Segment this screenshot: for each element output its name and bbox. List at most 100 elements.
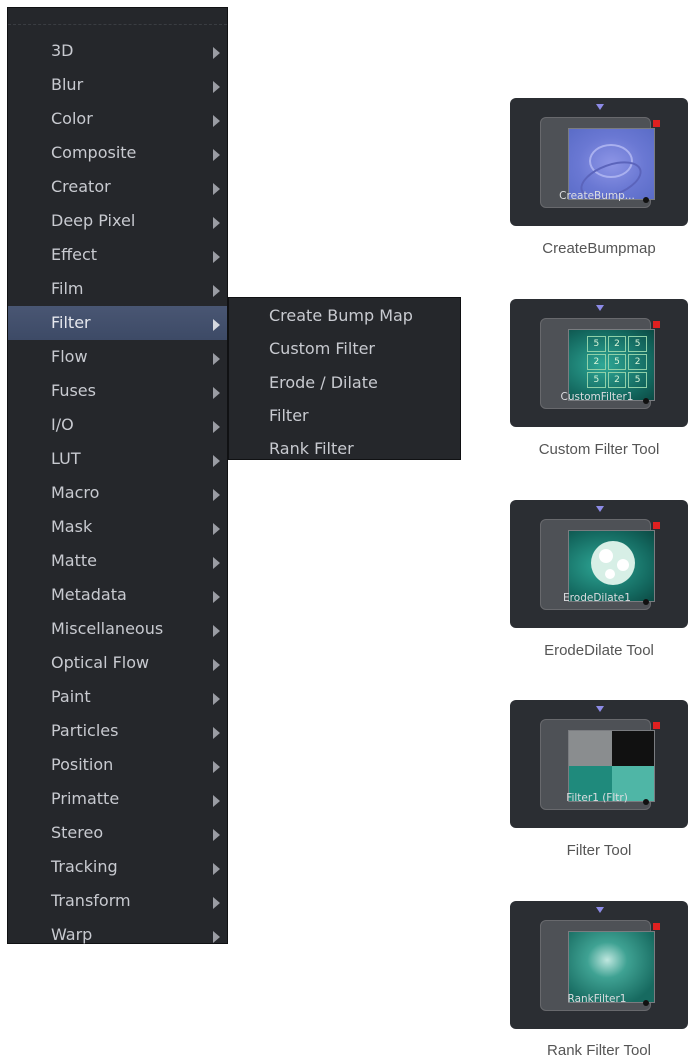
submenu-arrow-icon	[213, 183, 220, 195]
menu-item-deep-pixel[interactable]: Deep Pixel	[8, 204, 227, 238]
menu-item-label: Film	[51, 279, 84, 298]
node-label: CustomFilter1	[560, 391, 634, 403]
node-tile-filter: Filter1 (Fltr)	[510, 700, 688, 828]
node-tile-create-bumpmap: CreateBump...	[510, 98, 688, 226]
mask-input-icon[interactable]	[596, 506, 604, 512]
node-tile-custom-filter: 525 252 525 CustomFilter1	[510, 299, 688, 427]
menu-item-label: Stereo	[51, 823, 104, 842]
submenu-arrow-icon	[213, 285, 220, 297]
menu-item-matte[interactable]: Matte	[8, 544, 227, 578]
menu-item-position[interactable]: Position	[8, 748, 227, 782]
menu-item-label: Optical Flow	[51, 653, 150, 672]
menu-item-label: Color	[51, 109, 93, 128]
menu-item-flow[interactable]: Flow	[8, 340, 227, 374]
menu-tear-off[interactable]	[8, 8, 227, 25]
menu-item-label: Particles	[51, 721, 119, 740]
submenu-arrow-icon	[213, 353, 220, 365]
submenu-arrow-icon	[213, 897, 220, 909]
menu-item-label: I/O	[51, 415, 74, 434]
submenu-arrow-icon	[213, 217, 220, 229]
menu-item-label: Position	[51, 755, 114, 774]
submenu-arrow-icon	[213, 489, 220, 501]
menu-item-blur[interactable]: Blur	[8, 68, 227, 102]
menu-item-fuses[interactable]: Fuses	[8, 374, 227, 408]
menu-item-optical-flow[interactable]: Optical Flow	[8, 646, 227, 680]
menu-item-miscellaneous[interactable]: Miscellaneous	[8, 612, 227, 646]
submenu-arrow-icon	[213, 387, 220, 399]
menu-item-warp[interactable]: Warp	[8, 918, 227, 952]
menu-item-label: Effect	[51, 245, 98, 264]
menu-item-creator[interactable]: Creator	[8, 170, 227, 204]
menu-item-label: Creator	[51, 177, 111, 196]
submenu-item-custom-filter[interactable]: Custom Filter	[269, 335, 375, 363]
menu-item-label: Mask	[51, 517, 93, 536]
menu-item-label: Fuses	[51, 381, 96, 400]
submenu-arrow-icon	[213, 625, 220, 637]
output-dot-icon	[643, 1000, 649, 1006]
tools-menu: 3D Blur Color Composite Creator Deep Pixel Eff…	[7, 7, 228, 944]
submenu-arrow-icon	[213, 47, 220, 59]
menu-item-label: 3D	[51, 41, 74, 60]
menu-item-mask[interactable]: Mask	[8, 510, 227, 544]
caption-erode-dilate: ErodeDilate Tool	[544, 642, 654, 659]
submenu-item-create-bump-map[interactable]: Create Bump Map	[269, 302, 413, 330]
output-dot-icon	[643, 197, 649, 203]
submenu-arrow-icon	[213, 557, 220, 569]
mask-input-icon[interactable]	[596, 907, 604, 913]
submenu-arrow-icon	[213, 523, 220, 535]
submenu-item-filter[interactable]: Filter	[269, 402, 309, 430]
menu-item-lut[interactable]: LUT	[8, 442, 227, 476]
menu-item-primatte[interactable]: Primatte	[8, 782, 227, 816]
submenu-arrow-icon	[213, 761, 220, 773]
output-icon[interactable]	[653, 722, 660, 729]
menu-item-label: Deep Pixel	[51, 211, 136, 230]
menu-item-transform[interactable]: Transform	[8, 884, 227, 918]
submenu-arrow-icon	[213, 863, 220, 875]
output-icon[interactable]	[653, 522, 660, 529]
caption-create-bumpmap: CreateBumpmap	[542, 240, 656, 257]
output-icon[interactable]	[653, 321, 660, 328]
menu-item-label: Flow	[51, 347, 88, 366]
menu-item-label: LUT	[51, 449, 81, 468]
filter-submenu: Create Bump Map Custom Filter Erode / Di…	[228, 297, 461, 460]
output-icon[interactable]	[653, 120, 660, 127]
output-icon[interactable]	[653, 923, 660, 930]
node-label: ErodeDilate1	[563, 592, 631, 604]
menu-item-color[interactable]: Color	[8, 102, 227, 136]
menu-item-label: Blur	[51, 75, 84, 94]
menu-item-label: Composite	[51, 143, 137, 162]
menu-item-macro[interactable]: Macro	[8, 476, 227, 510]
menu-item-stereo[interactable]: Stereo	[8, 816, 227, 850]
caption-custom-filter: Custom Filter Tool	[538, 441, 660, 458]
menu-item-particles[interactable]: Particles	[8, 714, 227, 748]
menu-item-effect[interactable]: Effect	[8, 238, 227, 272]
submenu-arrow-icon	[213, 455, 220, 467]
node-label: RankFilter1	[567, 993, 627, 1005]
menu-item-tracking[interactable]: Tracking	[8, 850, 227, 884]
menu-item-paint[interactable]: Paint	[8, 680, 227, 714]
menu-item-label: Miscellaneous	[51, 619, 164, 638]
submenu-arrow-icon	[213, 115, 220, 127]
mask-input-icon[interactable]	[596, 305, 604, 311]
mask-input-icon[interactable]	[596, 104, 604, 110]
caption-filter: Filter Tool	[566, 842, 632, 859]
menu-item-label: Warp	[51, 925, 93, 944]
node-tile-rank-filter: RankFilter1	[510, 901, 688, 1029]
mask-input-icon[interactable]	[596, 706, 604, 712]
submenu-item-erode-dilate[interactable]: Erode / Dilate	[269, 369, 378, 397]
menu-item-filter[interactable]: Filter	[8, 306, 227, 340]
menu-item-label: Macro	[51, 483, 100, 502]
menu-item-3d[interactable]: 3D	[8, 34, 227, 68]
submenu-arrow-icon	[213, 829, 220, 841]
submenu-arrow-icon	[213, 421, 220, 433]
menu-item-label: Paint	[51, 687, 91, 706]
node-label: CreateBump...	[559, 190, 635, 202]
caption-rank-filter: Rank Filter Tool	[547, 1042, 651, 1059]
menu-item-i-o[interactable]: I/O	[8, 408, 227, 442]
menu-item-composite[interactable]: Composite	[8, 136, 227, 170]
menu-item-metadata[interactable]: Metadata	[8, 578, 227, 612]
submenu-arrow-icon	[213, 931, 220, 943]
submenu-arrow-icon	[213, 795, 220, 807]
menu-item-film[interactable]: Film	[8, 272, 227, 306]
submenu-item-rank-filter[interactable]: Rank Filter	[269, 435, 354, 463]
